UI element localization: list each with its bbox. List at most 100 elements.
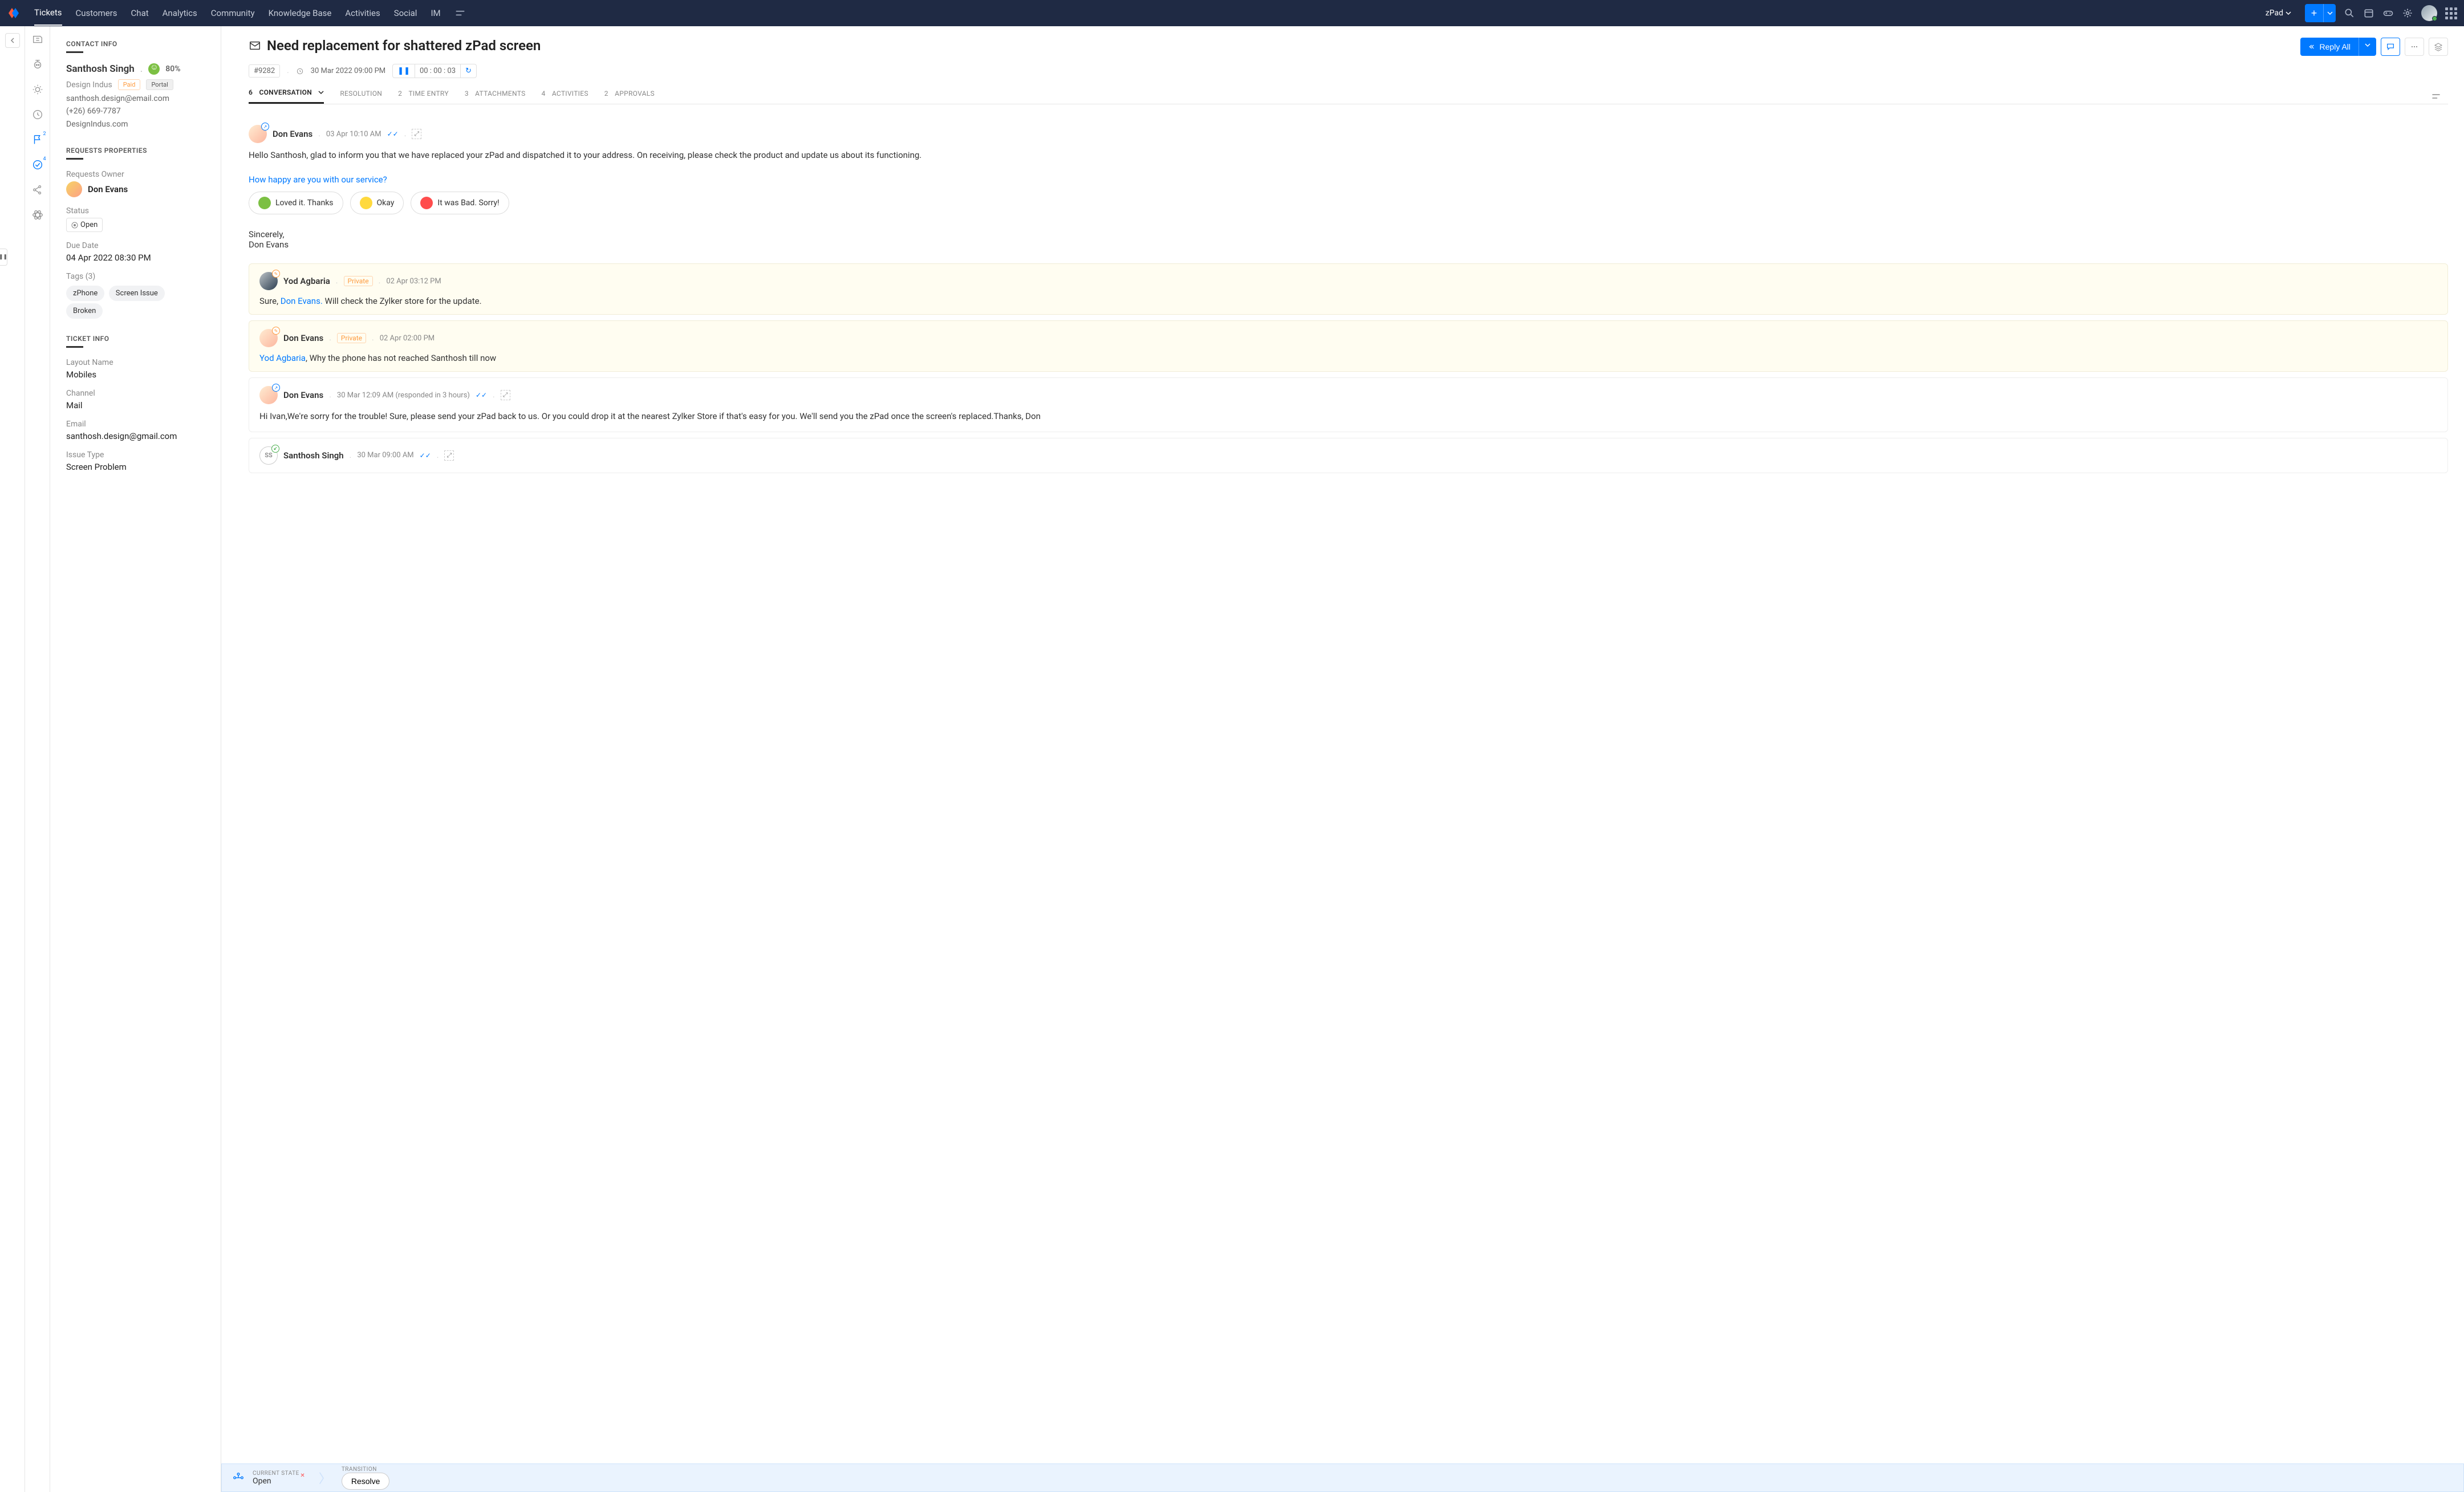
nav-chat[interactable]: Chat [131, 1, 149, 25]
sender-avatar[interactable]: SS↙ [259, 446, 278, 465]
tag-chip[interactable]: Screen Issue [109, 286, 165, 301]
rating-ok-button[interactable]: Okay [350, 192, 404, 214]
atom-icon[interactable] [31, 209, 44, 221]
reply-all-button[interactable]: Reply All [2300, 38, 2359, 56]
tag-chip[interactable]: zPhone [66, 286, 104, 301]
rating-bad-button[interactable]: It was Bad. Sorry! [411, 192, 509, 214]
contact-website[interactable]: DesignIndus.com [66, 118, 207, 131]
tab-attachments[interactable]: 3 ATTACHMENTS [465, 90, 526, 103]
create-button[interactable]: + [2305, 4, 2323, 22]
sender-avatar[interactable]: ↗ [249, 125, 267, 143]
reply-all-icon [2308, 43, 2316, 51]
apps-grid-icon[interactable] [2445, 7, 2457, 19]
company-name[interactable]: Design Indus [66, 80, 112, 90]
message-time: 30 Mar 09:00 AM [357, 451, 413, 460]
sender-name[interactable]: Santhosh Singh [283, 450, 344, 461]
due-value: 04 Apr 2022 08:30 PM [66, 253, 207, 263]
contact-phone[interactable]: (+26) 669-7787 [66, 105, 207, 117]
share-icon[interactable] [31, 184, 44, 196]
owner-row[interactable]: Don Evans [66, 181, 207, 197]
panel-drag-handle[interactable]: ❚❚ [0, 249, 7, 266]
current-state-value: Open [253, 1477, 299, 1486]
message-header: ✎ Yod Agbaria . Private . 02 Apr 03:12 P… [259, 272, 2437, 290]
approval-icon[interactable] [31, 158, 44, 171]
collapse-panel-button[interactable] [5, 33, 20, 48]
outgoing-icon: ↗ [272, 384, 280, 392]
message-body: Sure, Don Evans. Will check the Zylker s… [259, 296, 2437, 306]
tab-resolution[interactable]: RESOLUTION [340, 90, 382, 103]
issuetype-value: Screen Problem [66, 462, 207, 472]
nav-more-icon[interactable] [454, 7, 466, 19]
mention-link[interactable]: Don Evans. [281, 296, 323, 306]
layers-button[interactable] [2429, 38, 2448, 56]
tab-sort-icon[interactable] [2431, 91, 2441, 101]
sender-avatar[interactable]: ✎ [259, 329, 278, 347]
contact-name[interactable]: Santhosh Singh [66, 63, 135, 75]
close-blueprint-button[interactable]: ✕ [300, 1473, 305, 1479]
reply-dropdown[interactable] [2359, 38, 2376, 56]
status-chip[interactable]: Open [66, 218, 103, 232]
mention-link[interactable]: Yod Agbaria [259, 353, 306, 363]
message-header: ↗ Don Evans . 03 Apr 10:10 AM ✓✓ . ⤢ [249, 125, 2448, 143]
nav-analytics[interactable]: Analytics [163, 1, 197, 25]
read-receipt-icon: ✓✓ [387, 130, 399, 138]
more-actions-button[interactable] [2405, 38, 2424, 56]
outgoing-icon: ↗ [261, 123, 269, 131]
nav-im[interactable]: IM [431, 1, 440, 25]
contact-email[interactable]: santhosh.design@email.com [66, 92, 207, 105]
app-logo [7, 6, 21, 20]
calendar-icon[interactable] [2363, 7, 2374, 19]
bot-icon[interactable] [31, 58, 44, 71]
sender-name[interactable]: Don Evans [273, 129, 312, 139]
create-dropdown[interactable] [2323, 4, 2336, 22]
message: ↗ Don Evans . 30 Mar 12:09 AM (responded… [249, 377, 2448, 432]
comment-icon [2386, 42, 2395, 51]
tab-activities[interactable]: 4 ACTIVITIES [542, 90, 588, 103]
rating-question[interactable]: How happy are you with our service? [249, 174, 2448, 185]
happiness-pct: 80% [165, 64, 180, 74]
nav-community[interactable]: Community [211, 1, 255, 25]
due-label: Due Date [66, 241, 207, 250]
tag-chip[interactable]: Broken [66, 303, 103, 319]
nav-knowledge-base[interactable]: Knowledge Base [269, 1, 332, 25]
resolve-button[interactable]: Resolve [342, 1473, 390, 1490]
sender-name[interactable]: Don Evans [283, 390, 323, 400]
flag-icon[interactable] [31, 133, 44, 146]
ticket-id[interactable]: #9282 [249, 64, 280, 78]
product-switcher[interactable]: zPad [2260, 5, 2297, 21]
gamepad-icon[interactable] [2382, 7, 2394, 19]
history-icon[interactable] [31, 108, 44, 121]
nav-tickets[interactable]: Tickets [34, 1, 62, 26]
paid-badge: Paid [118, 79, 141, 90]
contact-section-title: CONTACT INFO [66, 40, 207, 48]
gear-icon[interactable] [2402, 7, 2413, 19]
status-icon [71, 222, 78, 229]
nav-activities[interactable]: Activities [345, 1, 380, 25]
product-label: zPad [2266, 9, 2283, 18]
nav-customers[interactable]: Customers [76, 1, 117, 25]
sender-avatar[interactable]: ✎ [259, 272, 278, 290]
ticket-icon[interactable] [31, 33, 44, 46]
sender-name[interactable]: Don Evans [283, 333, 323, 343]
expand-message-button[interactable]: ⤢ [444, 450, 454, 461]
ticket-info-section-title: TICKET INFO [66, 335, 207, 343]
profile-avatar[interactable] [2421, 5, 2437, 21]
tab-conversation[interactable]: 6 CONVERSATION [249, 88, 324, 104]
sender-name[interactable]: Yod Agbaria [283, 276, 330, 286]
sender-avatar[interactable]: ↗ [259, 386, 278, 404]
channel-value: Mail [66, 400, 207, 410]
timer-pause-button[interactable]: ❚❚ [393, 64, 415, 78]
private-icon: ✎ [272, 327, 280, 335]
timer-refresh-button[interactable]: ↻ [461, 64, 476, 78]
nav-social[interactable]: Social [394, 1, 417, 25]
expand-message-button[interactable]: ⤢ [501, 390, 510, 400]
tab-time-entry[interactable]: 2 TIME ENTRY [398, 90, 449, 103]
search-icon[interactable] [2344, 7, 2355, 19]
status-value: Open [80, 221, 98, 229]
ticket-meta: #9282 . 30 Mar 2022 09:00 PM ❚❚ 00 : 00 … [249, 64, 2448, 78]
bulb-icon[interactable] [31, 83, 44, 96]
rating-good-button[interactable]: Loved it. Thanks [249, 192, 343, 214]
comment-button[interactable] [2381, 38, 2400, 56]
expand-message-button[interactable]: ⤢ [412, 129, 421, 139]
tab-approvals[interactable]: 2 APPROVALS [604, 90, 655, 103]
